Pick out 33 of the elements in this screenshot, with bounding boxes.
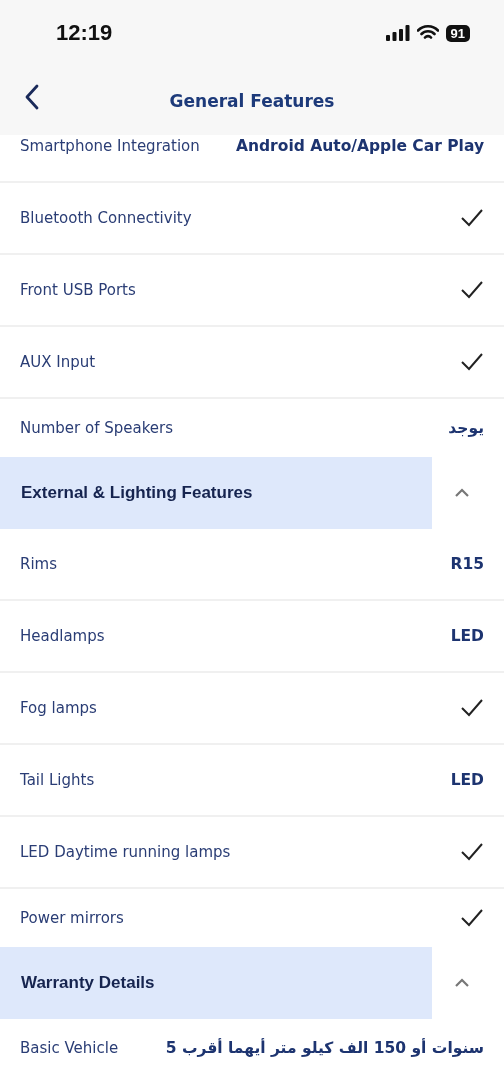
feature-label: LED Daytime running lamps xyxy=(20,843,231,861)
status-time: 12:19 xyxy=(56,20,113,46)
feature-label: Power mirrors xyxy=(20,909,124,927)
feature-label: Front USB Ports xyxy=(20,281,136,299)
chevron-icon xyxy=(454,978,470,988)
feature-value: LED xyxy=(450,771,484,789)
feature-value: R15 xyxy=(450,555,484,573)
feature-value: 5 سنوات أو 150 الف كيلو متر أيهما أقرب xyxy=(165,1039,484,1057)
checkmark-icon xyxy=(460,280,484,300)
feature-label: Fog lamps xyxy=(20,699,97,717)
section-title: External & Lighting Features xyxy=(21,483,253,503)
signal-icon xyxy=(385,25,410,41)
feature-value: LED xyxy=(450,627,484,645)
feature-label: Headlamps xyxy=(20,627,105,645)
feature-value: Android Auto/Apple Car Play xyxy=(236,137,484,155)
feature-label: Smartphone Integration xyxy=(20,137,200,155)
chevron-icon xyxy=(454,488,470,498)
checkmark-icon xyxy=(460,842,484,862)
battery-level: 91 xyxy=(445,24,470,42)
feature-label: AUX Input xyxy=(20,353,96,371)
feature-label: Number of Speakers xyxy=(20,419,174,437)
checkmark-icon xyxy=(460,908,484,928)
feature-label: Basic Vehicle xyxy=(20,1039,119,1057)
feature-label: Tail Lights xyxy=(20,771,95,789)
feature-label: Rims xyxy=(20,555,58,573)
wifi-icon xyxy=(416,25,439,41)
checkmark-icon xyxy=(460,208,484,228)
section-title: Warranty Details xyxy=(21,973,155,993)
checkmark-icon xyxy=(460,698,484,718)
feature-value: يوجد xyxy=(448,419,484,437)
feature-label: Bluetooth Connectivity xyxy=(20,209,192,227)
page-title: General Features xyxy=(169,90,335,111)
checkmark-icon xyxy=(460,352,484,372)
